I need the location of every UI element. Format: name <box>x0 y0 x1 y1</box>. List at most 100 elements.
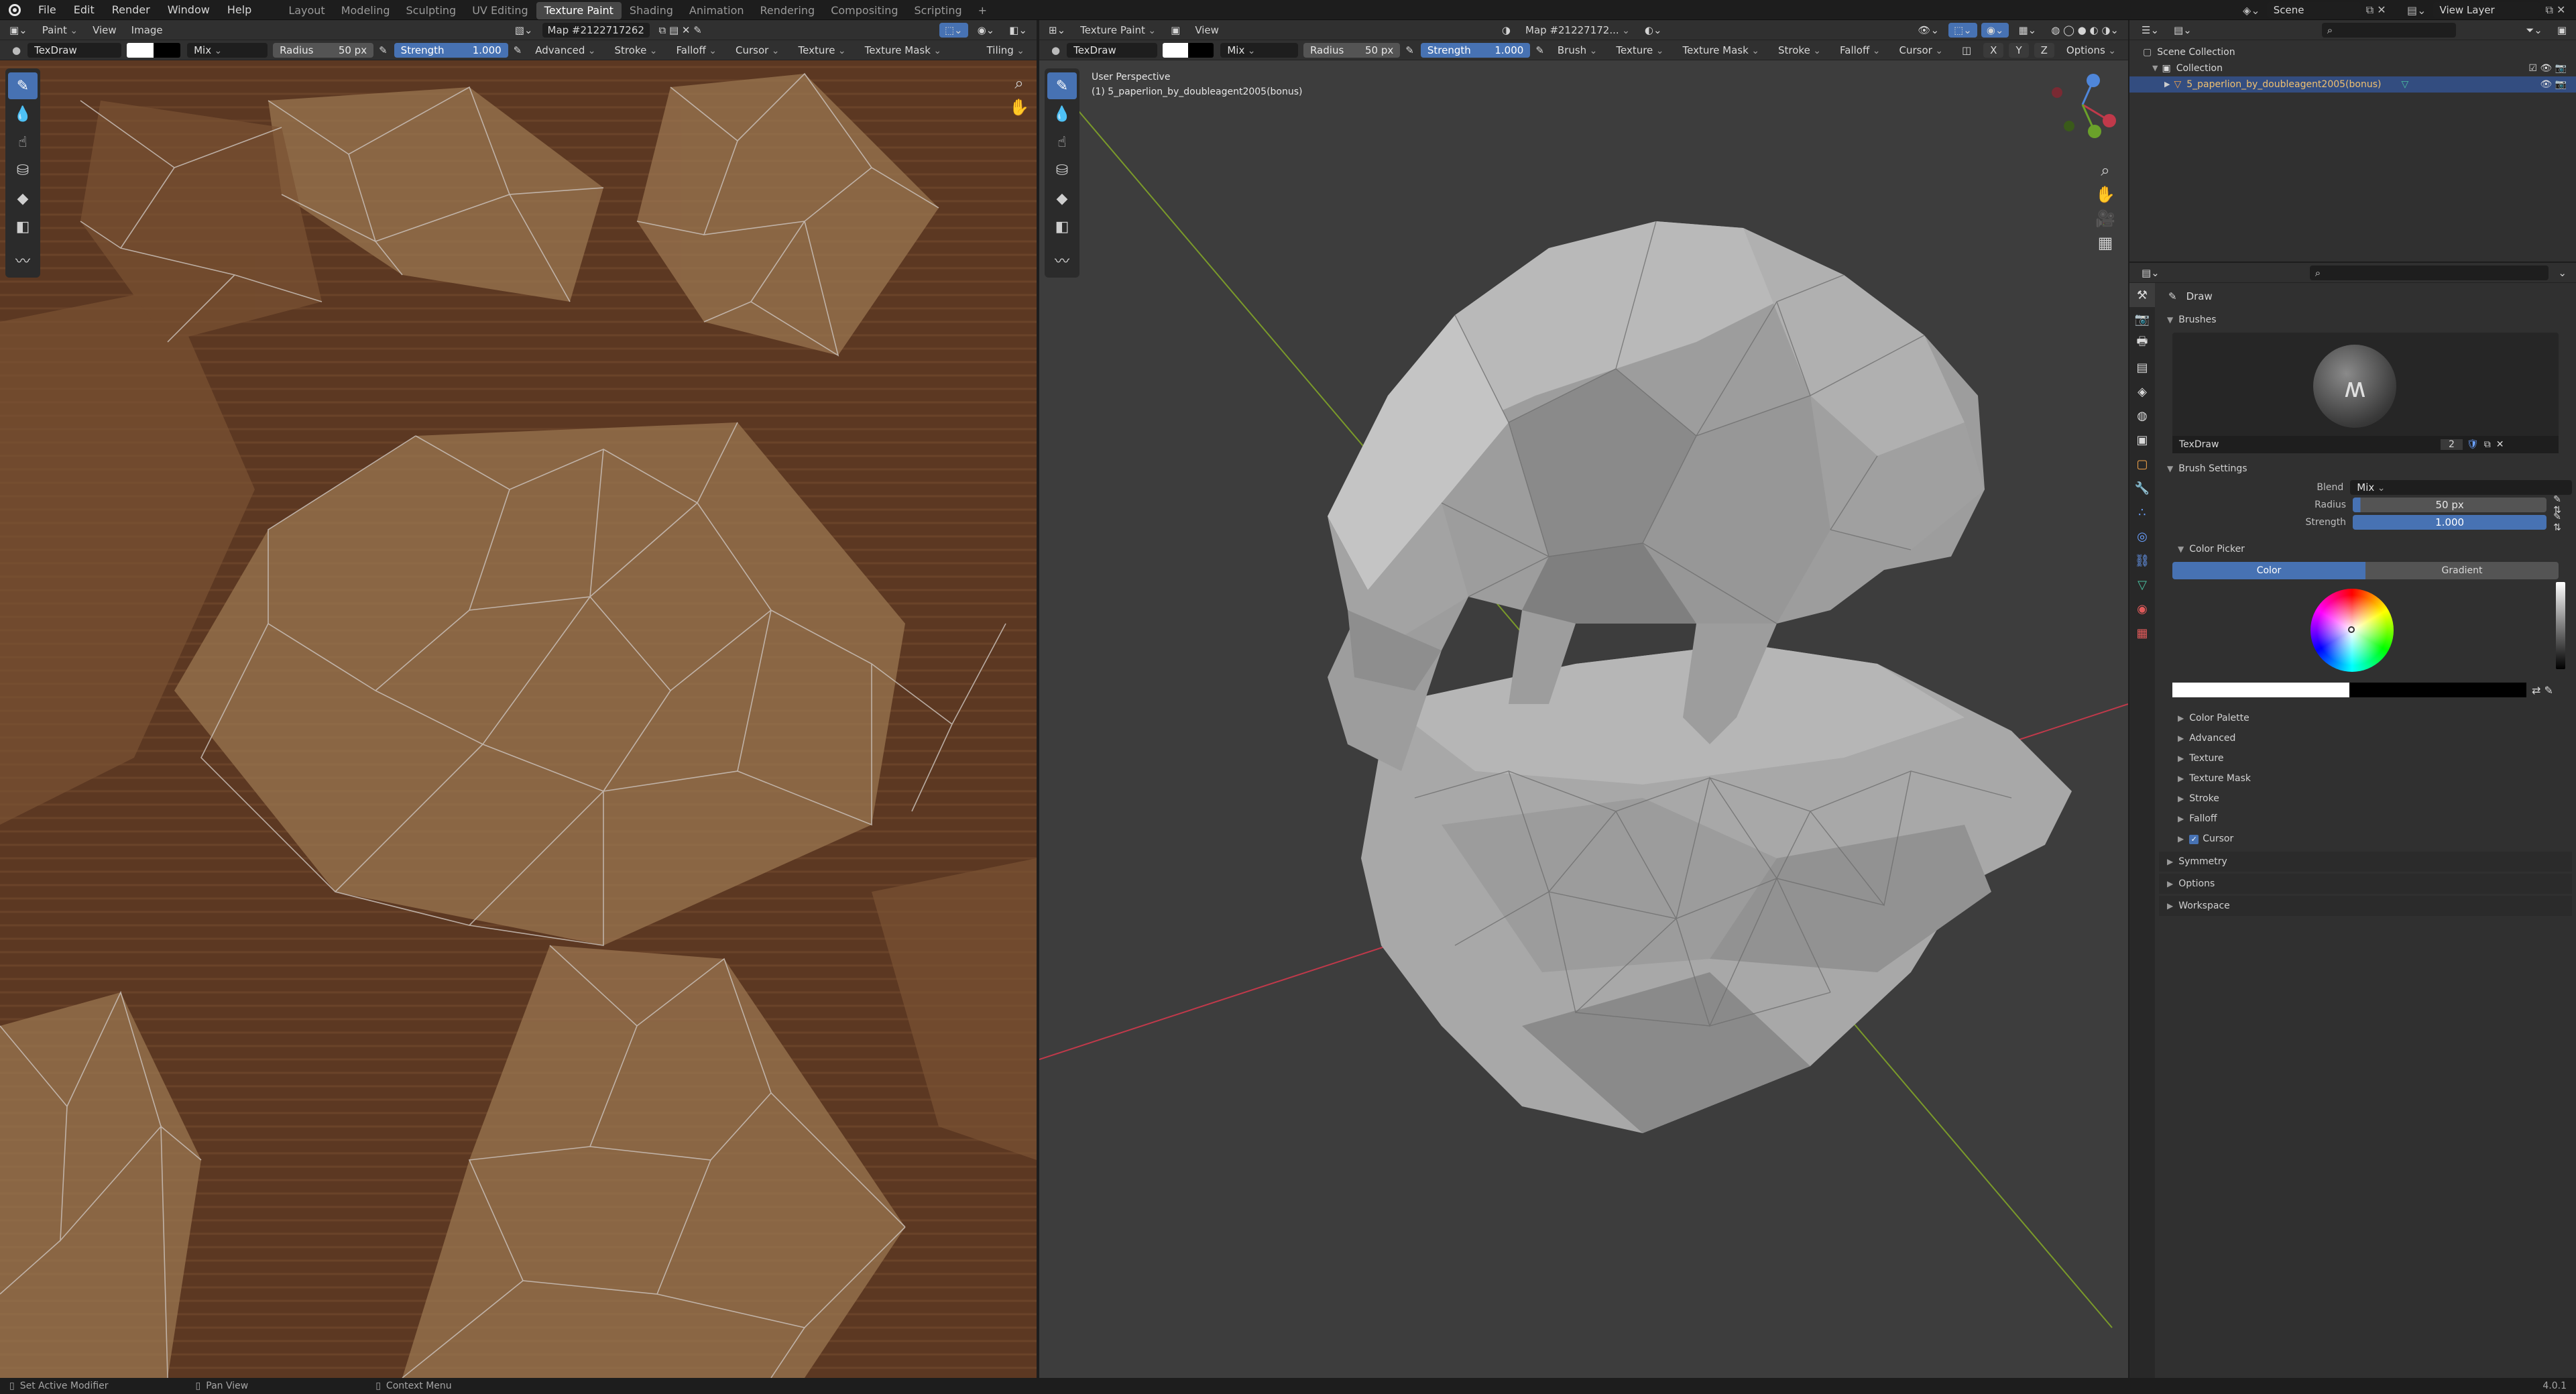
color-picker-panel-header[interactable]: ▼ Color Picker <box>2159 539 2572 559</box>
view-layer-icons[interactable]: ⧉ ✕ <box>2546 3 2566 17</box>
new-collection-icon[interactable]: ▣ <box>2552 23 2572 38</box>
viewport-canvas[interactable] <box>1039 20 2128 1378</box>
props-strength-pressure-icon[interactable]: ✎ ⇅ <box>2553 512 2572 533</box>
draw-tool-icon[interactable]: ✎ <box>8 72 38 99</box>
tab-modeling[interactable]: Modeling <box>333 2 398 19</box>
collection-tab-icon[interactable]: ▣ <box>2129 428 2155 452</box>
menu-texture-mask[interactable]: Texture Mask <box>858 43 949 58</box>
viewport-menu-brush[interactable]: Brush <box>1551 43 1604 58</box>
menu-stroke[interactable]: Stroke <box>608 43 664 58</box>
viewport-smear-tool-icon[interactable]: ☝ <box>1047 129 1077 156</box>
subpanel-falloff[interactable]: ▶ Falloff <box>2159 809 2572 829</box>
menu-cursor[interactable]: Cursor <box>729 43 786 58</box>
menu-falloff[interactable]: Falloff <box>670 43 723 58</box>
viewport-pressure-radius-icon[interactable]: ✎ <box>1405 44 1414 56</box>
tab-rendering[interactable]: Rendering <box>752 2 823 19</box>
viewport-image-extra-icon[interactable]: ◐⌄ <box>1639 23 1667 38</box>
image-actions[interactable]: ⧉ ▤ ✕ ✎ <box>654 23 707 38</box>
tab-texture-paint[interactable]: Texture Paint <box>536 1 622 19</box>
brush-name-datablock[interactable]: TexDraw <box>2172 439 2441 450</box>
props-strength-slider[interactable]: 1.000 <box>2353 515 2547 530</box>
axis-y-toggle[interactable]: Y <box>2009 42 2029 58</box>
particles-tab-icon[interactable]: ∴ <box>2129 500 2155 524</box>
add-workspace-button[interactable]: + <box>970 2 995 19</box>
tab-compositing[interactable]: Compositing <box>823 2 906 19</box>
viewport-menu-falloff[interactable]: Falloff <box>1833 43 1887 58</box>
symmetry-icon[interactable]: ◫ <box>1955 43 1978 58</box>
viewport-radius-slider[interactable]: Radius 50 px <box>1303 42 1401 58</box>
tab-layout[interactable]: Layout <box>280 2 333 19</box>
collection-visibility-icons[interactable]: ☑ 👁 📷 <box>2528 60 2567 76</box>
shading-modes[interactable]: ◍ ◯ ● ◐ ◑⌄ <box>2046 23 2124 38</box>
render-tab-icon[interactable]: 📷 <box>2129 307 2155 331</box>
gradient-tab[interactable]: Gradient <box>2365 562 2559 579</box>
brush-name-field[interactable]: TexDraw <box>27 42 122 58</box>
tab-scripting[interactable]: Scripting <box>906 2 970 19</box>
subpanel-cursor[interactable]: ▶ ✓ Cursor <box>2159 829 2572 849</box>
radius-slider[interactable]: Radius 50 px <box>273 42 374 58</box>
viewport-zoom-icon[interactable]: ⌕ <box>2093 158 2117 182</box>
props-radius-slider[interactable]: 50 px <box>2353 498 2547 512</box>
editor-type-icon[interactable]: ▣⌄ <box>4 23 33 38</box>
paint-mode-dropdown[interactable]: Paint <box>37 23 83 38</box>
physics-tab-icon[interactable]: ◎ <box>2129 524 2155 548</box>
props-secondary-color[interactable] <box>2349 683 2526 697</box>
3d-viewport[interactable]: ⊞⌄ Texture Paint ▣ View ◑ Map #21227172.… <box>1039 20 2128 1378</box>
subpanel-advanced[interactable]: ▶ Advanced <box>2159 728 2572 748</box>
blender-logo-icon[interactable] <box>0 0 30 20</box>
overlay-toggle[interactable]: ◉⌄ <box>972 23 1000 38</box>
subpanel-texture-mask[interactable]: ▶ Texture Mask <box>2159 768 2572 789</box>
visibility-icon[interactable]: 👁⌄ <box>1912 23 1944 38</box>
pressure-radius-icon[interactable]: ✎ <box>379 44 388 56</box>
object-expand-icon[interactable]: ▶ <box>2164 76 2170 93</box>
viewport-secondary-color[interactable] <box>1188 42 1214 58</box>
tiling-dropdown[interactable]: Tiling <box>980 43 1031 58</box>
tool-tab-icon[interactable]: ⚒ <box>2129 283 2155 307</box>
viewport-menu-texture-mask[interactable]: Texture Mask <box>1676 43 1766 58</box>
duplicate-brush-icon[interactable]: ⧉ <box>2484 439 2491 450</box>
section-workspace[interactable]: ▶ Workspace <box>2159 896 2572 916</box>
viewport-image-dropdown[interactable]: Map #21227172... <box>1520 23 1635 38</box>
subpanel-color-palette[interactable]: ▶ Color Palette <box>2159 708 2572 728</box>
viewport-soften-tool-icon[interactable]: 💧 <box>1047 101 1077 127</box>
viewport-menu-stroke[interactable]: Stroke <box>1771 43 1828 58</box>
menu-image[interactable]: Image <box>126 23 168 38</box>
primary-color-swatch[interactable] <box>127 42 154 58</box>
navigation-gizmo[interactable] <box>2045 67 2119 154</box>
blend-dropdown[interactable]: Mix <box>187 42 268 58</box>
viewport-primary-color[interactable] <box>1162 42 1189 58</box>
viewport-fill-tool-icon[interactable]: ◆ <box>1047 185 1077 212</box>
secondary-color-swatch[interactable] <box>154 42 181 58</box>
modifier-tab-icon[interactable]: 🔧 <box>2129 476 2155 500</box>
section-symmetry[interactable]: ▶ Symmetry <box>2159 852 2572 872</box>
collection-row[interactable]: ▼ ▣ Collection ☑ 👁 📷 <box>2129 60 2576 76</box>
scene-selector[interactable]: ◈⌄ Scene ⧉ ✕ <box>2243 2 2386 18</box>
viewport-mask-tool-icon[interactable]: ◧ <box>1047 213 1077 240</box>
tab-sculpting[interactable]: Sculpting <box>398 2 464 19</box>
brush-settings-panel-header[interactable]: ▼ Brush Settings <box>2159 459 2572 479</box>
axis-z-toggle[interactable]: Z <box>2034 42 2054 58</box>
color-tab[interactable]: Color <box>2172 562 2365 579</box>
scene-tab-icon[interactable]: ◈ <box>2129 380 2155 404</box>
section-options[interactable]: ▶ Options <box>2159 874 2572 894</box>
fake-user-icon[interactable]: 🛡 <box>2467 439 2479 450</box>
properties-options-icon[interactable]: ⌄ <box>2553 266 2572 280</box>
viewport-menu-view[interactable]: View <box>1189 23 1224 38</box>
menu-texture[interactable]: Texture <box>792 43 853 58</box>
image-name-field[interactable]: Map #2122717262 <box>542 22 650 38</box>
outliner-editor-type-icon[interactable]: ☰⌄ <box>2136 23 2164 38</box>
unlink-brush-icon[interactable]: ✕ <box>2496 439 2504 450</box>
ortho-toggle-icon[interactable]: ▦ <box>2093 231 2117 255</box>
outliner-display-mode-icon[interactable]: ▤⌄ <box>2168 23 2197 38</box>
viewport-clone-tool-icon[interactable]: ⛁ <box>1047 157 1077 184</box>
menu-view[interactable]: View <box>87 23 122 38</box>
viewport-pressure-strength-icon[interactable]: ✎ <box>1535 44 1544 56</box>
menu-file[interactable]: File <box>30 0 65 20</box>
overlay-toggle-3d[interactable]: ◉⌄ <box>1981 22 2009 38</box>
viewport-menu-texture[interactable]: Texture <box>1609 43 1670 58</box>
menu-help[interactable]: Help <box>219 0 260 20</box>
image-editor[interactable]: ▣⌄ Paint View Image ▧⌄ Map #2122717262 ⧉… <box>0 20 1037 1378</box>
data-tab-icon[interactable]: ▽ <box>2129 573 2155 597</box>
scene-collection-row[interactable]: ▢ Scene Collection <box>2129 44 2576 60</box>
object-visibility-icons[interactable]: 👁 📷 <box>2540 76 2567 93</box>
